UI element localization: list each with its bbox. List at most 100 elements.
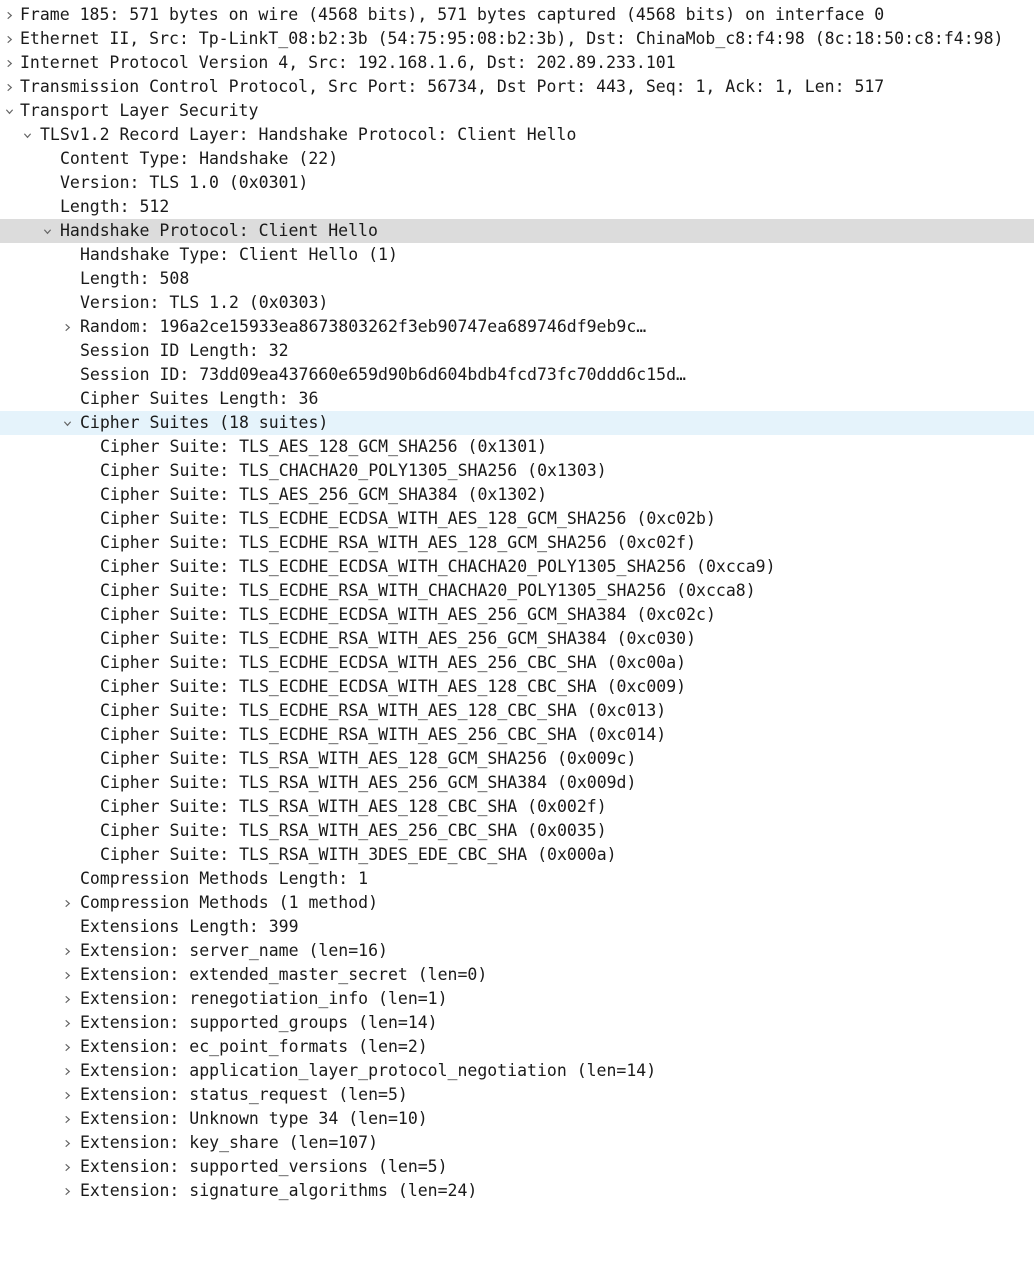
- tree-row-label: Cipher Suite: TLS_RSA_WITH_3DES_EDE_CBC_…: [100, 845, 617, 864]
- tree-row-label: Random: 196a2ce15933ea8673803262f3eb9074…: [80, 317, 647, 336]
- chevron-right-icon[interactable]: [60, 963, 74, 987]
- chevron-right-icon[interactable]: [2, 27, 16, 51]
- tree-row-handshake-length[interactable]: Length: 508: [0, 267, 1034, 291]
- tree-row-cipher-suite[interactable]: Cipher Suite: TLS_ECDHE_RSA_WITH_AES_128…: [0, 699, 1034, 723]
- tree-row-label: Cipher Suite: TLS_ECDHE_RSA_WITH_AES_256…: [100, 629, 697, 648]
- tree-row-label: Handshake Type: Client Hello (1): [80, 245, 398, 264]
- tree-row-cipher-suite[interactable]: Cipher Suite: TLS_ECDHE_ECDSA_WITH_AES_1…: [0, 507, 1034, 531]
- tree-row-label: Cipher Suites Length: 36: [80, 389, 319, 408]
- tree-row-cipher-suite[interactable]: Cipher Suite: TLS_RSA_WITH_3DES_EDE_CBC_…: [0, 843, 1034, 867]
- chevron-down-icon[interactable]: [2, 99, 16, 123]
- chevron-right-icon[interactable]: [60, 1155, 74, 1179]
- tree-row-extension[interactable]: Extension: Unknown type 34 (len=10): [0, 1107, 1034, 1131]
- tree-row-content-type[interactable]: Content Type: Handshake (22): [0, 147, 1034, 171]
- tree-row-record-version[interactable]: Version: TLS 1.0 (0x0301): [0, 171, 1034, 195]
- chevron-right-icon[interactable]: [60, 1083, 74, 1107]
- chevron-right-icon[interactable]: [60, 1059, 74, 1083]
- tree-row-extension[interactable]: Extension: key_share (len=107): [0, 1131, 1034, 1155]
- tree-row-record-layer[interactable]: TLSv1.2 Record Layer: Handshake Protocol…: [0, 123, 1034, 147]
- tree-row-label: Handshake Protocol: Client Hello: [60, 221, 378, 240]
- chevron-right-icon[interactable]: [60, 315, 74, 339]
- tree-row-label: Extension: supported_groups (len=14): [80, 1013, 438, 1032]
- tree-row-cipher-suite[interactable]: Cipher Suite: TLS_ECDHE_RSA_WITH_AES_128…: [0, 531, 1034, 555]
- tree-row-session-id[interactable]: Session ID: 73dd09ea437660e659d90b6d604b…: [0, 363, 1034, 387]
- tree-row-cipher-suite[interactable]: Cipher Suite: TLS_ECDHE_RSA_WITH_CHACHA2…: [0, 579, 1034, 603]
- tree-row-extension[interactable]: Extension: application_layer_protocol_ne…: [0, 1059, 1034, 1083]
- tree-row-extension[interactable]: Extension: server_name (len=16): [0, 939, 1034, 963]
- tree-row-extension[interactable]: Extension: signature_algorithms (len=24): [0, 1179, 1034, 1203]
- tree-row-label: Extension: Unknown type 34 (len=10): [80, 1109, 428, 1128]
- chevron-right-icon[interactable]: [60, 891, 74, 915]
- tree-row-cipher-suite[interactable]: Cipher Suite: TLS_RSA_WITH_AES_256_GCM_S…: [0, 771, 1034, 795]
- tree-row-label: Ethernet II, Src: Tp-LinkT_08:b2:3b (54:…: [20, 29, 1004, 48]
- tree-row-compression-methods-length[interactable]: Compression Methods Length: 1: [0, 867, 1034, 891]
- tree-row-compression-methods[interactable]: Compression Methods (1 method): [0, 891, 1034, 915]
- tree-row-label: Extension: renegotiation_info (len=1): [80, 989, 448, 1008]
- tree-row-tcp[interactable]: Transmission Control Protocol, Src Port:…: [0, 75, 1034, 99]
- chevron-right-icon[interactable]: [2, 3, 16, 27]
- chevron-right-icon[interactable]: [60, 1131, 74, 1155]
- tree-row-session-id-length[interactable]: Session ID Length: 32: [0, 339, 1034, 363]
- tree-row-extension[interactable]: Extension: extended_master_secret (len=0…: [0, 963, 1034, 987]
- tree-row-label: Cipher Suite: TLS_ECDHE_RSA_WITH_AES_256…: [100, 725, 667, 744]
- tree-row-label: Compression Methods (1 method): [80, 893, 379, 912]
- tree-row-cipher-suite[interactable]: Cipher Suite: TLS_CHACHA20_POLY1305_SHA2…: [0, 459, 1034, 483]
- tree-row-cipher-suite[interactable]: Cipher Suite: TLS_RSA_WITH_AES_256_CBC_S…: [0, 819, 1034, 843]
- tree-row-cipher-suite[interactable]: Cipher Suite: TLS_ECDHE_RSA_WITH_AES_256…: [0, 627, 1034, 651]
- tree-row-label: Extension: server_name (len=16): [80, 941, 388, 960]
- tree-row-label: Extension: supported_versions (len=5): [80, 1157, 448, 1176]
- tree-row-label: Cipher Suite: TLS_RSA_WITH_AES_256_CBC_S…: [100, 821, 607, 840]
- tree-row-label: Transport Layer Security: [20, 101, 259, 120]
- tree-row-label: Session ID Length: 32: [80, 341, 289, 360]
- tree-row-extension[interactable]: Extension: renegotiation_info (len=1): [0, 987, 1034, 1011]
- tree-row-cipher-suite[interactable]: Cipher Suite: TLS_RSA_WITH_AES_128_CBC_S…: [0, 795, 1034, 819]
- chevron-right-icon[interactable]: [2, 75, 16, 99]
- tree-row-record-length[interactable]: Length: 512: [0, 195, 1034, 219]
- tree-row-extension[interactable]: Extension: ec_point_formats (len=2): [0, 1035, 1034, 1059]
- tree-row-ethernet[interactable]: Ethernet II, Src: Tp-LinkT_08:b2:3b (54:…: [0, 27, 1034, 51]
- tree-row-frame[interactable]: Frame 185: 571 bytes on wire (4568 bits)…: [0, 3, 1034, 27]
- tree-row-label: Cipher Suite: TLS_ECDHE_ECDSA_WITH_AES_1…: [100, 509, 716, 528]
- chevron-right-icon[interactable]: [60, 1107, 74, 1131]
- tree-row-cipher-suite[interactable]: Cipher Suite: TLS_ECDHE_ECDSA_WITH_CHACH…: [0, 555, 1034, 579]
- tree-row-extension[interactable]: Extension: supported_groups (len=14): [0, 1011, 1034, 1035]
- tree-row-cipher-suite[interactable]: Cipher Suite: TLS_ECDHE_RSA_WITH_AES_256…: [0, 723, 1034, 747]
- tree-row-cipher-suites[interactable]: Cipher Suites (18 suites): [0, 411, 1034, 435]
- tree-row-cipher-suite[interactable]: Cipher Suite: TLS_RSA_WITH_AES_128_GCM_S…: [0, 747, 1034, 771]
- tree-row-label: Internet Protocol Version 4, Src: 192.16…: [20, 53, 676, 72]
- chevron-right-icon[interactable]: [60, 1011, 74, 1035]
- tree-row-version[interactable]: Version: TLS 1.2 (0x0303): [0, 291, 1034, 315]
- chevron-right-icon[interactable]: [2, 51, 16, 75]
- chevron-down-icon[interactable]: [40, 219, 54, 243]
- tree-row-tls[interactable]: Transport Layer Security: [0, 99, 1034, 123]
- chevron-right-icon[interactable]: [60, 1035, 74, 1059]
- tree-row-label: Extension: key_share (len=107): [80, 1133, 379, 1152]
- tree-row-cipher-suites-length[interactable]: Cipher Suites Length: 36: [0, 387, 1034, 411]
- tree-row-label: Cipher Suite: TLS_AES_128_GCM_SHA256 (0x…: [100, 437, 548, 456]
- tree-row-label: Cipher Suite: TLS_AES_256_GCM_SHA384 (0x…: [100, 485, 548, 504]
- tree-row-label: Compression Methods Length: 1: [80, 869, 369, 888]
- chevron-right-icon[interactable]: [60, 939, 74, 963]
- tree-row-cipher-suite[interactable]: Cipher Suite: TLS_AES_256_GCM_SHA384 (0x…: [0, 483, 1034, 507]
- chevron-down-icon[interactable]: [60, 411, 74, 435]
- tree-row-handshake-type[interactable]: Handshake Type: Client Hello (1): [0, 243, 1034, 267]
- tree-row-extension[interactable]: Extension: status_request (len=5): [0, 1083, 1034, 1107]
- tree-row-label: Cipher Suite: TLS_RSA_WITH_AES_256_GCM_S…: [100, 773, 637, 792]
- tree-row-label: Extension: application_layer_protocol_ne…: [80, 1061, 657, 1080]
- tree-row-cipher-suite[interactable]: Cipher Suite: TLS_ECDHE_ECDSA_WITH_AES_1…: [0, 675, 1034, 699]
- chevron-down-icon[interactable]: [20, 123, 34, 147]
- chevron-right-icon[interactable]: [60, 987, 74, 1011]
- tree-row-label: Cipher Suite: TLS_ECDHE_ECDSA_WITH_AES_2…: [100, 653, 687, 672]
- tree-row-label: Cipher Suite: TLS_RSA_WITH_AES_128_CBC_S…: [100, 797, 607, 816]
- tree-row-label: Cipher Suite: TLS_ECDHE_RSA_WITH_CHACHA2…: [100, 581, 756, 600]
- tree-row-cipher-suite[interactable]: Cipher Suite: TLS_ECDHE_ECDSA_WITH_AES_2…: [0, 651, 1034, 675]
- tree-row-extensions-length[interactable]: Extensions Length: 399: [0, 915, 1034, 939]
- tree-row-cipher-suite[interactable]: Cipher Suite: TLS_AES_128_GCM_SHA256 (0x…: [0, 435, 1034, 459]
- tree-row-random[interactable]: Random: 196a2ce15933ea8673803262f3eb9074…: [0, 315, 1034, 339]
- tree-row-handshake-protocol[interactable]: Handshake Protocol: Client Hello: [0, 219, 1034, 243]
- chevron-right-icon[interactable]: [60, 1179, 74, 1203]
- tree-row-extension[interactable]: Extension: supported_versions (len=5): [0, 1155, 1034, 1179]
- tree-row-label: TLSv1.2 Record Layer: Handshake Protocol…: [40, 125, 577, 144]
- tree-row-cipher-suite[interactable]: Cipher Suite: TLS_ECDHE_ECDSA_WITH_AES_2…: [0, 603, 1034, 627]
- tree-row-ipv4[interactable]: Internet Protocol Version 4, Src: 192.16…: [0, 51, 1034, 75]
